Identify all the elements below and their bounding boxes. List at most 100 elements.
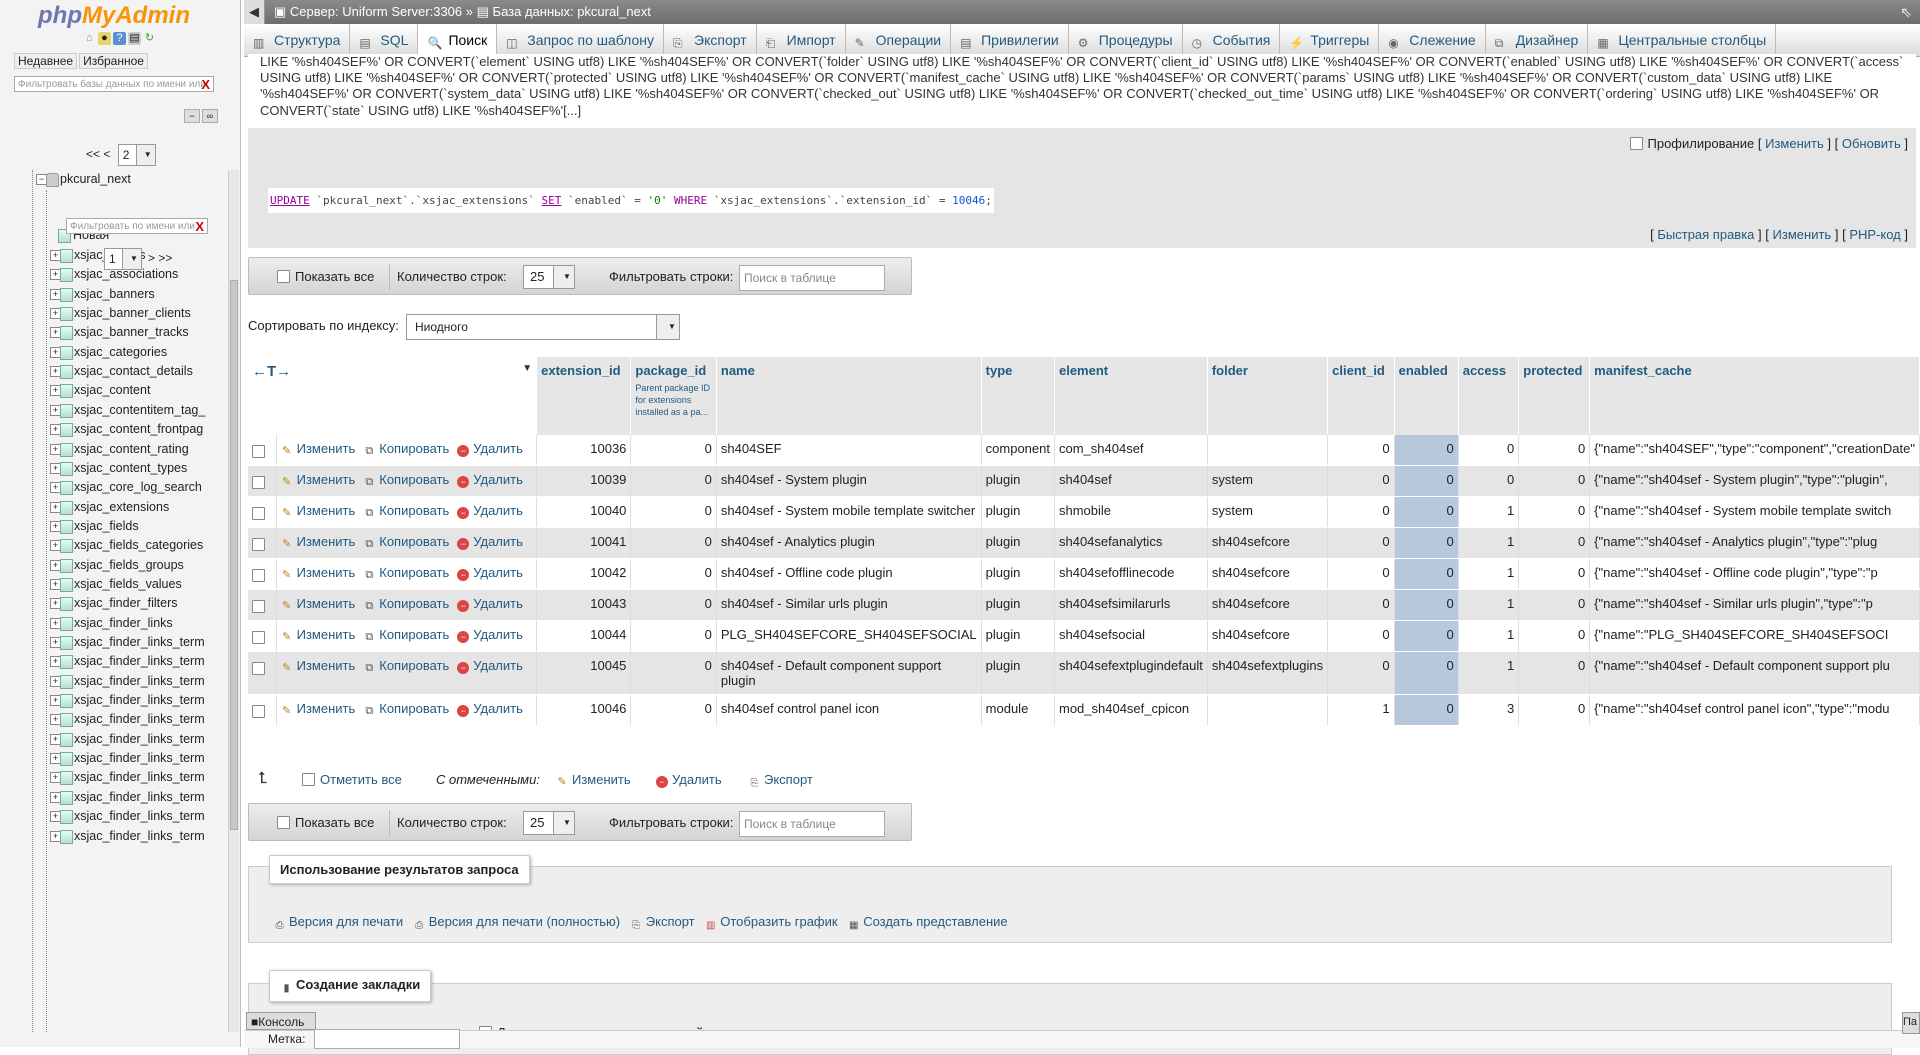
table-row[interactable]: ✎ Изменить ⧉ Копировать − Удалить 10044 0 PLG_SH… [248,620,1920,652]
bulk-delete-button[interactable]: − Удалить [656,772,722,788]
row-edit-link[interactable]: ✎ Изменить [281,503,355,519]
show-all-toggle[interactable]: Показать все [277,269,374,284]
tab-tracking[interactable]: ◉ Слежение [1379,24,1486,56]
tab-search[interactable]: 🔍 Поиск [418,24,498,56]
cell-protected[interactable]: 0 [1518,620,1591,652]
cell-manifest-cache[interactable]: {"name":"sh404sef - Default component su… [1589,651,1920,695]
database-filter-input[interactable]: Фильтровать базы данных по имени или X [14,76,214,92]
bulk-edit-button[interactable]: ✎ Изменить [556,772,630,788]
row-checkbox[interactable] [252,507,265,520]
recent-tab[interactable]: Недавнее [14,53,78,69]
cell-name[interactable]: sh404SEF [716,435,982,466]
check-all-toggle[interactable]: Отметить все [302,772,402,787]
cell-package-id[interactable]: 0 [630,435,717,466]
cell-element[interactable]: sh404sefsimilarurls [1054,589,1208,621]
cell-type[interactable]: component [981,435,1055,466]
cell-enabled[interactable]: 0 [1394,435,1459,466]
row-edit-link[interactable]: ✎ Изменить [281,596,355,612]
row-checkbox[interactable] [252,476,265,489]
tree-table-item[interactable]: + xsjac_finder_links_term [0,824,228,848]
cell-type[interactable]: module [981,694,1055,726]
tab-import[interactable]: ⎗ Импорт [757,24,846,56]
cell-manifest-cache[interactable]: {"name":"sh404sef - System plugin","type… [1589,465,1920,497]
tab-triggers[interactable]: ⚡ Триггеры [1280,24,1380,56]
edit-query-link[interactable]: Изменить [1765,136,1824,151]
profiling-checkbox[interactable] [1629,137,1643,150]
scrollbar-thumb[interactable] [230,280,238,830]
cell-enabled[interactable]: 0 [1394,651,1459,695]
col-element[interactable]: element [1054,357,1208,435]
cell-enabled[interactable]: 0 [1394,465,1459,497]
cell-client-id[interactable]: 0 [1327,435,1395,466]
row-checkbox[interactable] [252,538,265,551]
col-access[interactable]: access [1458,357,1520,435]
bookmark-label-input[interactable] [314,1029,460,1049]
tab-query[interactable]: ◫ Запрос по шаблону [497,24,665,56]
cell-name[interactable]: sh404sef - System plugin [716,465,982,497]
row-delete-link[interactable]: − Удалить [457,627,523,643]
cell-access[interactable]: 0 [1458,435,1520,466]
cell-client-id[interactable]: 0 [1327,620,1395,652]
cell-manifest-cache[interactable]: {"name":"sh404sef - Offline code plugin"… [1589,558,1920,590]
cell-protected[interactable]: 0 [1518,589,1591,621]
clear-table-filter-icon[interactable]: X [195,219,204,235]
breadcrumb-server[interactable]: Сервер: Uniform Server:3306 [290,4,462,19]
table-row[interactable]: ✎ Изменить ⧉ Копировать − Удалить 10040 0 sh404s… [248,496,1920,528]
cell-name[interactable]: sh404sef - Similar urls plugin [716,589,982,621]
col-manifest-cache[interactable]: manifest_cache [1589,357,1920,435]
row-copy-link[interactable]: ⧉ Копировать [363,534,449,550]
row-checkbox[interactable] [252,445,265,458]
table-row[interactable]: ✎ Изменить ⧉ Копировать − Удалить 10042 0 sh404s… [248,558,1920,590]
cell-package-id[interactable]: 0 [630,620,717,652]
cell-extension-id[interactable]: 10036 [536,435,632,466]
row-edit-link[interactable]: ✎ Изменить [281,565,355,581]
cell-enabled[interactable]: 0 [1394,496,1459,528]
cell-manifest-cache[interactable]: {"name":"sh404sef - Analytics plugin","t… [1589,527,1920,559]
row-delete-link[interactable]: − Удалить [457,596,523,612]
display-chart-link[interactable]: ▥ Отобразить график [704,914,838,931]
table-row[interactable]: ✎ Изменить ⧉ Копировать − Удалить 10046 0 sh404s… [248,694,1920,726]
cell-type[interactable]: plugin [981,496,1055,528]
col-name[interactable]: name [716,357,982,435]
console-tab[interactable]: ■Консоль [246,1012,316,1030]
cell-enabled[interactable]: 0 [1394,527,1459,559]
cell-manifest-cache[interactable]: {"name":"sh404sef - Similar urls plugin"… [1589,589,1920,621]
col-client-id[interactable]: client_id [1327,357,1395,435]
row-copy-link[interactable]: ⧉ Копировать [363,503,449,519]
tab-export[interactable]: ⎘ Экспорт [664,24,757,56]
row-checkbox[interactable] [252,631,265,644]
row-delete-link[interactable]: − Удалить [457,441,523,457]
cell-name[interactable]: sh404sef - Default component support plu… [716,651,982,695]
row-checkbox[interactable] [252,705,265,718]
pager-next[interactable]: > >> [148,251,172,265]
check-all-checkbox[interactable] [302,773,315,786]
row-copy-link[interactable]: ⧉ Копировать [363,565,449,581]
column-arrows-icon[interactable]: ←T→ [252,363,291,380]
col-enabled[interactable]: enabled [1394,357,1459,435]
cell-element[interactable]: sh404sefextplugindefault [1054,651,1208,695]
cell-extension-id[interactable]: 10044 [536,620,632,652]
print-view-link[interactable]: ⎙ Версия для печати [273,914,404,931]
row-copy-link[interactable]: ⧉ Копировать [363,596,449,612]
cell-type[interactable]: plugin [981,651,1055,695]
cell-package-id[interactable]: 0 [630,558,717,590]
tab-central-columns[interactable]: ▦ Центральные столбцы [1588,24,1777,56]
table-row[interactable]: ✎ Изменить ⧉ Копировать − Удалить 10045 0 sh404s… [248,651,1920,695]
cell-enabled[interactable]: 0 [1394,620,1459,652]
tab-structure[interactable]: ▥ Структура [244,24,351,56]
phpmyadmin-logo[interactable]: phpMyAdmin [0,0,240,30]
row-copy-link[interactable]: ⧉ Копировать [363,441,449,457]
cell-access[interactable]: 3 [1458,694,1520,726]
php-code-link[interactable]: PHP-код [1849,227,1900,242]
cell-extension-id[interactable]: 10040 [536,496,632,528]
cell-access[interactable]: 1 [1458,558,1520,590]
cell-folder[interactable]: sh404sefcore [1207,527,1329,559]
back-arrow-icon[interactable]: ◀ [244,0,265,24]
row-delete-link[interactable]: − Удалить [457,658,523,674]
table-row[interactable]: ✎ Изменить ⧉ Копировать − Удалить 10036 0 sh404S… [248,435,1920,466]
tab-privileges[interactable]: ▤ Привилегии [951,24,1069,56]
row-delete-link[interactable]: − Удалить [457,472,523,488]
col-extension-id[interactable]: extension_id [536,357,632,435]
row-edit-link[interactable]: ✎ Изменить [281,627,355,643]
cell-client-id[interactable]: 1 [1327,694,1395,726]
